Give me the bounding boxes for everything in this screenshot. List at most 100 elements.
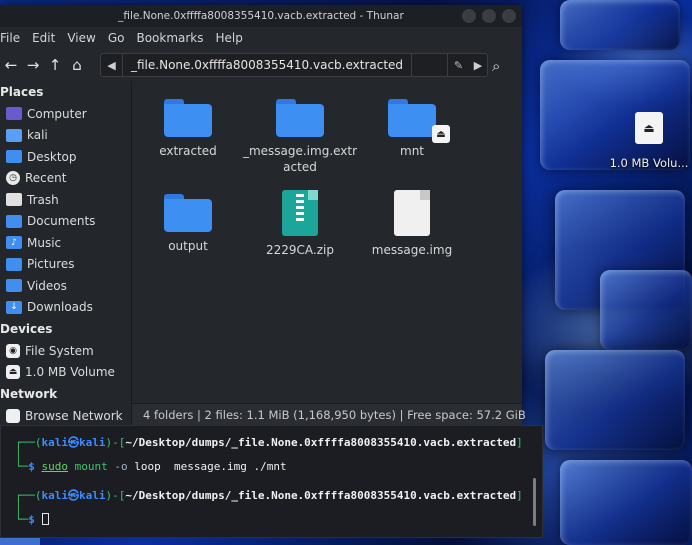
sidebar-item-label: Recent [25,171,67,186]
sidebar-item-videos[interactable]: Videos [0,275,131,297]
folder-icon [164,99,212,137]
eject-drive-icon: ⏏ [635,112,663,144]
sidebar-item-label: Documents [27,214,96,229]
sidebar-item-volume[interactable]: ⏏ 1.0 MB Volume [0,362,131,384]
folder-icon [276,99,324,137]
folder-icon [164,194,212,232]
sidebar-header-places: Places [0,85,44,99]
menu-go[interactable]: Go [102,31,131,45]
cmd-mount: mount [74,460,108,473]
sidebar-item-filesystem[interactable]: ◉ File System [0,340,131,362]
cmd-sudo: sudo [41,460,69,473]
menu-view[interactable]: View [61,31,101,45]
sidebar-item-recent[interactable]: ◷ Recent [0,168,131,190]
sidebar-item-label: Videos [27,278,67,293]
sidebar-item-documents[interactable]: Documents [0,211,131,233]
downloads-folder-icon: ↓ [6,300,22,314]
sidebar-item-music[interactable]: ♪ Music [0,232,131,254]
sidebar-item-trash[interactable]: Trash [0,189,131,211]
cmd-arg-image: message.img [174,460,247,473]
sidebar-item-label: File System [25,343,94,358]
prompt-user: kali [41,436,69,449]
file-item-folder[interactable]: output [132,194,244,254]
network-icon [6,408,20,423]
terminal-scrollbar[interactable] [533,478,536,526]
maximize-button[interactable] [482,9,496,23]
menu-help[interactable]: Help [210,31,249,45]
file-name: extracted [159,144,217,158]
sidebar-header-devices: Devices [0,322,53,336]
arrow-right-icon[interactable]: → [22,54,44,76]
wallpaper-cube [560,0,680,50]
videos-folder-icon [6,279,22,293]
sidebar-item-desktop[interactable]: Desktop [0,146,131,168]
terminal-prompt-line: ┌──(kali㉿kali)-[~/Desktop/dumps/_file.No… [15,436,523,449]
file-item-zip[interactable]: 2229CA.zip [244,190,356,258]
toolbar: ← → ↑ ⌂ ◀ _file.None.0xffffa8008355410.v… [0,49,522,81]
menu-bookmarks[interactable]: Bookmarks [130,31,209,45]
sidebar-item-pictures[interactable]: Pictures [0,254,131,276]
path-scroll-right-icon[interactable]: ▶ [469,59,487,72]
sidebar: Places Computer kali Desktop ◷ Recent Tr… [0,81,132,425]
file-name: output [168,239,208,253]
cmd-loop: loop [134,460,161,473]
prompt-path: ~/Desktop/dumps/_file.None.0xffffa800835… [125,489,517,502]
cmd-arg-mnt: ./mnt [253,460,287,473]
desktop-volume-icon[interactable]: ⏏ 1.0 MB Volu... [606,112,692,170]
prompt-host: kali [79,489,106,502]
file-item-folder[interactable]: extracted [132,99,244,159]
sidebar-item-label: 1.0 MB Volume [25,365,115,380]
music-folder-icon: ♪ [6,236,22,250]
close-button[interactable] [502,9,516,23]
taskbar-fragment [0,538,40,545]
computer-icon [6,107,22,121]
file-name: mnt [400,144,424,158]
terminal-prompt-connector: │ [15,447,22,460]
arrow-up-icon[interactable]: ↑ [44,54,66,76]
folder-icon: ⏏ [388,99,450,143]
file-item-image[interactable]: message.img [356,190,468,258]
desktop-volume-label: 1.0 MB Volu... [609,156,689,170]
prompt-path: ~/Desktop/dumps/_file.None.0xffffa800835… [125,436,517,449]
menu-edit[interactable]: Edit [26,31,61,45]
terminal-command-line: └─$ sudo mount -o loop message.img ./mnt [15,460,287,473]
edit-path-icon[interactable]: ✎ [447,54,469,76]
path-segment[interactable]: _file.None.0xffffa8008355410.vacb.extrac… [123,54,413,76]
arrow-left-icon[interactable]: ← [0,54,22,76]
sidebar-item-browse-network[interactable]: Browse Network [0,405,131,425]
prompt-host: kali [79,436,106,449]
terminal-window[interactable]: ┌──(kali㉿kali)-[~/Desktop/dumps/_file.No… [0,425,543,538]
titlebar[interactable]: _file.None.0xffffa8008355410.vacb.extrac… [0,5,522,27]
sidebar-item-computer[interactable]: Computer [0,103,131,125]
menu-file[interactable]: File [0,31,26,45]
sidebar-header-network: Network [0,387,58,401]
status-bar: 4 folders | 2 files: 1.1 MiB (1,168,950 … [132,403,526,425]
file-name: _message.img.extr acted [242,144,358,174]
terminal-input-line[interactable]: └─$ [15,513,49,526]
file-item-folder[interactable]: _message.img.extr acted [242,99,358,175]
window-title: _file.None.0xffffa8008355410.vacb.extrac… [118,10,404,22]
sidebar-item-kali[interactable]: kali [0,125,131,147]
trash-icon [6,193,22,207]
desktop-folder-icon [6,150,22,164]
menubar: File Edit View Go Bookmarks Help [0,27,522,49]
location-pathbar: ◀ _file.None.0xffffa8008355410.vacb.extr… [100,53,488,77]
sidebar-item-downloads[interactable]: ↓ Downloads [0,297,131,319]
minimize-button[interactable] [462,9,476,23]
sidebar-item-label: Trash [27,192,59,207]
path-scroll-left-icon[interactable]: ◀ [101,54,123,76]
file-item-mounted-folder[interactable]: ⏏ mnt [356,99,468,159]
sidebar-item-label: Pictures [27,257,75,272]
home-icon[interactable]: ⌂ [66,54,88,76]
file-name: message.img [371,243,453,257]
sidebar-item-label: Browse Network [25,408,123,423]
wallpaper-cube [560,460,692,545]
search-icon[interactable]: ⌕ [492,57,500,75]
home-folder-icon [6,128,22,142]
terminal-cursor [41,513,49,525]
eject-emblem-icon: ⏏ [432,125,450,143]
thunar-window: _file.None.0xffffa8008355410.vacb.extrac… [0,5,526,425]
prompt-user: kali [41,489,69,502]
file-name: 2229CA.zip [266,243,334,257]
file-view: extracted _message.img.extr acted ⏏ mnt … [132,81,522,403]
